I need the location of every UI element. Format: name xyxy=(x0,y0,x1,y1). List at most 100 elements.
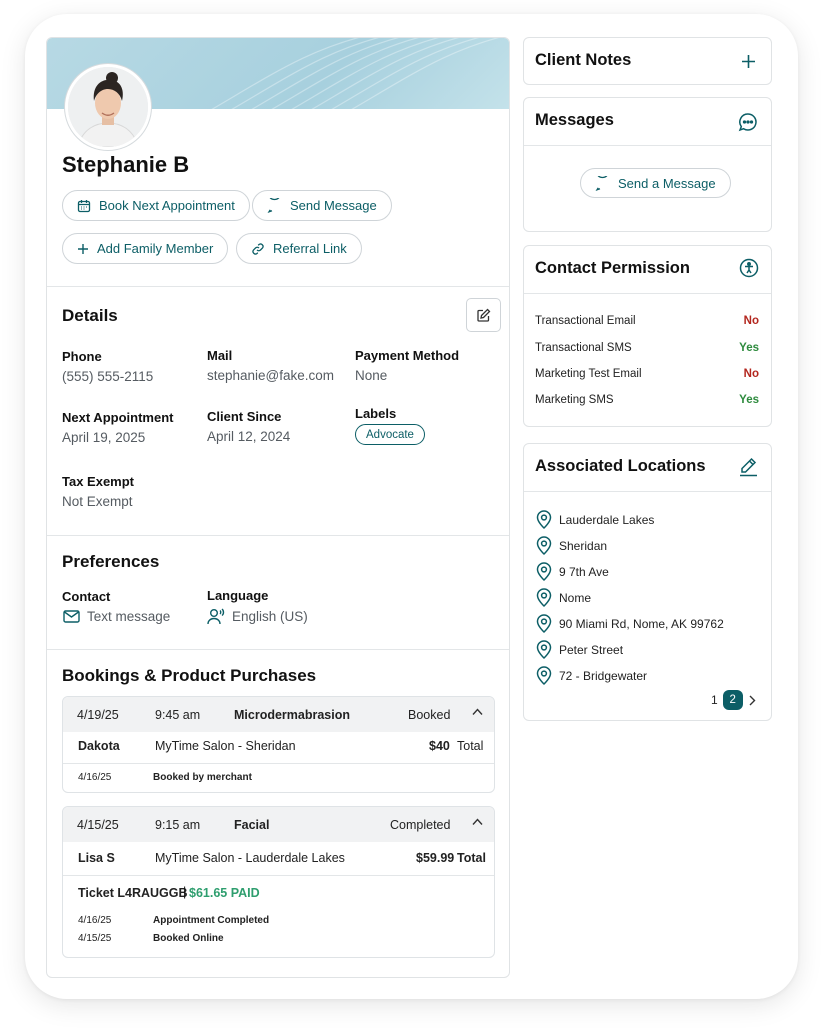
next-appointment-label: Next Appointment xyxy=(62,410,174,425)
referral-link-label: Referral Link xyxy=(273,241,347,256)
client-avatar xyxy=(65,64,151,150)
chevron-right-icon[interactable] xyxy=(748,695,756,706)
chat-bubble-icon xyxy=(267,198,282,213)
details-title: Details xyxy=(62,306,118,325)
map-pin-icon xyxy=(536,614,552,633)
permission-value: Yes xyxy=(739,342,759,354)
mail-label: Mail xyxy=(207,348,233,363)
edit-icon xyxy=(476,308,491,323)
next-appointment-value: April 19, 2025 xyxy=(62,430,146,445)
language-text: English (US) xyxy=(232,609,308,624)
associated-locations-card: Associated Locations Lauderdale Lakes Sh… xyxy=(523,443,772,721)
book-next-appointment-button[interactable]: Book Next Appointment xyxy=(62,190,250,221)
page-2-current[interactable]: 2 xyxy=(722,690,743,710)
booking-time: 9:45 am xyxy=(155,708,201,722)
send-a-message-button[interactable]: Send a Message xyxy=(580,168,731,198)
link-icon xyxy=(251,242,265,256)
add-family-member-button[interactable]: Add Family Member xyxy=(62,233,229,264)
edit-details-button[interactable] xyxy=(466,298,501,332)
accessibility-icon[interactable] xyxy=(739,258,759,278)
divider xyxy=(524,491,771,492)
pagination: 1 2 xyxy=(711,690,756,710)
chat-bubble-icon xyxy=(595,175,610,191)
add-note-plus-icon[interactable] xyxy=(741,54,756,69)
client-name: Stephanie B xyxy=(62,152,190,177)
contact-permission-card: Contact Permission Transactional Email N… xyxy=(523,245,772,427)
booking-header[interactable]: 4/15/25 9:15 am Facial Completed xyxy=(63,807,494,842)
mail-icon xyxy=(63,610,80,623)
map-pin-icon xyxy=(536,588,552,607)
message-bubble-icon[interactable] xyxy=(738,112,758,132)
language-label: Language xyxy=(207,588,269,603)
booking-detail-row: Lisa S MyTime Salon - Lauderdale Lakes $… xyxy=(63,842,494,876)
booking-staff: Dakota xyxy=(78,739,120,753)
referral-link-button[interactable]: Referral Link xyxy=(236,233,362,264)
booking-location: MyTime Salon - Sheridan xyxy=(155,739,296,753)
location-name: Sheridan xyxy=(559,538,608,553)
permission-label: Transactional SMS xyxy=(535,342,632,354)
client-since-value: April 12, 2024 xyxy=(207,429,291,444)
booking-card[interactable]: 4/15/25 9:15 am Facial Completed Lisa S … xyxy=(62,806,495,958)
divider xyxy=(47,649,509,650)
send-message-button[interactable]: Send Message xyxy=(252,190,392,221)
tax-exempt-label: Tax Exempt xyxy=(62,474,135,489)
location-item[interactable]: Peter Street xyxy=(536,640,623,659)
location-name: Peter Street xyxy=(559,642,624,657)
permission-row: Marketing SMS Yes xyxy=(535,394,759,406)
booking-date: 4/19/25 xyxy=(77,708,119,722)
client-since-label: Client Since xyxy=(207,409,282,424)
location-name: Lauderdale Lakes xyxy=(559,512,655,527)
history-date: 4/16/25 xyxy=(78,772,112,783)
permission-value: No xyxy=(743,368,759,380)
location-name: 9 7th Ave xyxy=(559,564,609,579)
contact-pref-text: Text message xyxy=(87,609,171,624)
plus-icon xyxy=(77,243,89,255)
ticket-paid-amount: $61.65 PAID xyxy=(189,886,260,900)
location-item[interactable]: Nome xyxy=(536,588,591,607)
location-item[interactable]: Lauderdale Lakes xyxy=(536,510,654,529)
bookings-title: Bookings & Product Purchases xyxy=(62,666,317,685)
client-notes-card: Client Notes xyxy=(523,37,772,85)
permission-row: Transactional Email No xyxy=(535,315,759,327)
ticket-number[interactable]: Ticket L4RAUGGB xyxy=(78,886,188,900)
location-item[interactable]: 9 7th Ave xyxy=(536,562,609,581)
permission-label: Marketing Test Email xyxy=(535,368,642,380)
booking-status: Booked xyxy=(408,708,451,722)
pencil-icon[interactable] xyxy=(738,456,759,477)
client-notes-title: Client Notes xyxy=(535,51,632,69)
calendar-icon xyxy=(77,199,91,213)
phone-value: (555) 555-2115 xyxy=(62,369,154,384)
history-event: Appointment Completed xyxy=(153,915,270,926)
divider xyxy=(524,293,771,294)
tax-exempt-value: Not Exempt xyxy=(62,494,133,509)
booking-card[interactable]: 4/19/25 9:45 am Microdermabrasion Booked… xyxy=(62,696,495,793)
location-name: Nome xyxy=(559,590,592,605)
divider xyxy=(47,535,509,536)
history-event: Booked Online xyxy=(153,933,224,944)
permission-value: Yes xyxy=(739,394,759,406)
phone-label: Phone xyxy=(62,349,102,364)
book-next-appointment-label: Book Next Appointment xyxy=(99,198,235,213)
divider xyxy=(47,286,509,287)
chevron-up-icon[interactable] xyxy=(472,708,483,716)
chevron-up-icon[interactable] xyxy=(472,818,483,826)
add-family-member-label: Add Family Member xyxy=(97,241,214,256)
booking-header[interactable]: 4/19/25 9:45 am Microdermabrasion Booked xyxy=(63,697,494,732)
permission-row: Marketing Test Email No xyxy=(535,368,759,380)
booking-time: 9:15 am xyxy=(155,818,201,832)
location-item[interactable]: Sheridan xyxy=(536,536,607,555)
label-chip: Advocate xyxy=(355,424,425,445)
map-pin-icon xyxy=(536,536,552,555)
booking-status: Completed xyxy=(390,818,451,832)
permission-label: Transactional Email xyxy=(535,315,636,327)
booking-amount: $40 xyxy=(429,739,450,753)
location-item[interactable]: 90 Miami Rd, Nome, AK 99762 xyxy=(536,614,724,633)
booking-total-label: Total xyxy=(457,851,486,865)
preferences-title: Preferences xyxy=(62,552,160,571)
location-name: 72 - Bridgewater xyxy=(559,668,648,683)
messages-card: Messages Send a Message xyxy=(523,97,772,232)
location-item[interactable]: 72 - Bridgewater xyxy=(536,666,647,685)
divider xyxy=(524,145,771,146)
send-a-message-label: Send a Message xyxy=(618,175,716,191)
page-1-link[interactable]: 1 xyxy=(711,693,718,707)
